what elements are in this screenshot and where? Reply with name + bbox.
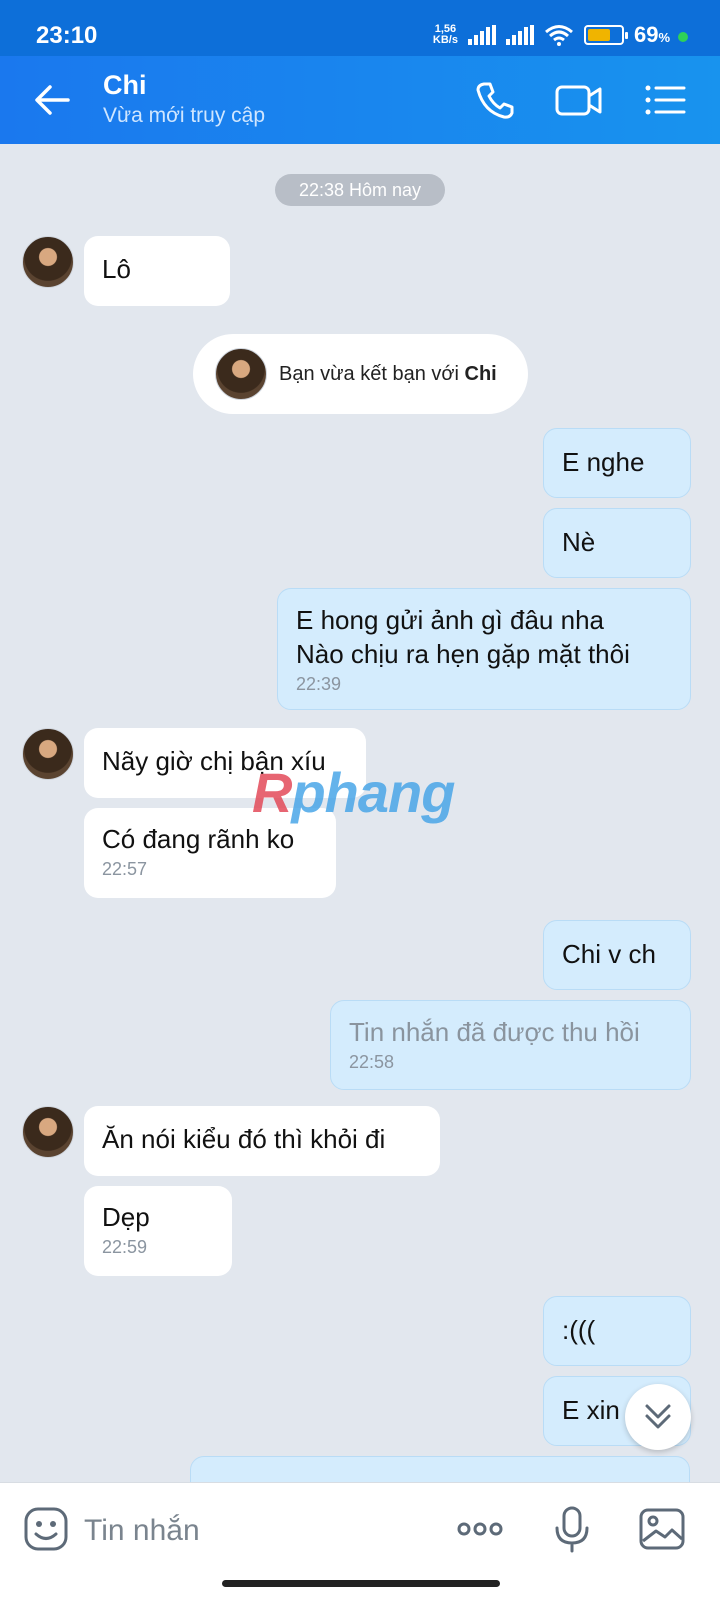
image-gallery-icon[interactable] [638,1505,686,1553]
back-arrow-icon[interactable] [30,78,74,122]
scroll-to-bottom-button[interactable] [625,1384,691,1450]
menu-list-icon[interactable] [642,78,688,122]
message-bubble-out-partial[interactable] [190,1456,690,1482]
battery-icon [583,25,628,45]
message-bubble-out[interactable]: E hong gửi ảnh gì đâu nha Nào chịu ra hẹ… [277,588,691,710]
signal-icon [467,25,496,45]
avatar[interactable] [22,728,74,780]
friend-notice-text: Bạn vừa kết bạn với Chi [279,363,497,385]
message-bubble-in[interactable]: Dẹp 22:59 [84,1186,232,1276]
battery-fill [587,29,611,41]
avatar[interactable] [22,1106,74,1158]
avatar [215,348,267,400]
microphone-icon[interactable] [548,1505,596,1553]
date-chip: 22:38 Hôm nay [275,174,445,206]
message-bubble-out[interactable]: Chi v ch [543,920,691,990]
message-bubble-out[interactable]: :((( [543,1296,691,1366]
avatar[interactable] [22,236,74,288]
more-dots-icon[interactable] [456,1505,504,1553]
double-chevron-down-icon [645,1404,671,1429]
wifi-icon [544,25,573,46]
message-bubble-out[interactable]: E nghe [543,428,691,498]
network-speed-unit: KB/s [432,34,458,46]
privacy-dot-icon [678,32,688,42]
status-indicators: 1,56 KB/s 69% [433,22,670,48]
watermark-logo: Rphang [252,761,455,824]
chat-messages[interactable]: 22:38 Hôm nay Lô Bạn vừa kết bạn với Chi… [0,144,720,1482]
message-bubble-in[interactable]: Lô [84,236,230,306]
video-call-icon[interactable] [554,78,604,122]
contact-name[interactable]: Chi [103,70,147,101]
message-bubble-out[interactable]: Nè [543,508,691,578]
chat-header: Chi Vừa mới truy cập [0,56,720,144]
recalled-message-bubble[interactable]: Tin nhắn đã được thu hồi 22:58 [330,1000,691,1090]
contact-status: Vừa mới truy cập [103,104,266,127]
home-indicator[interactable] [222,1580,500,1587]
battery-percent: 69% [633,22,670,47]
sticker-icon[interactable] [22,1505,70,1553]
message-bubble-in[interactable]: Ăn nói kiểu đó thì khỏi đi [84,1106,440,1176]
friend-notice: Bạn vừa kết bạn với Chi [193,334,528,414]
status-bar: 23:10 1,56 KB/s 69% [0,0,720,56]
network-speed: 1,56 KB/s [433,24,458,46]
status-time: 23:10 [36,22,98,49]
signal-2-icon [505,25,534,45]
phone-icon[interactable] [472,78,518,122]
message-input[interactable]: Tin nhắn [84,1507,424,1555]
